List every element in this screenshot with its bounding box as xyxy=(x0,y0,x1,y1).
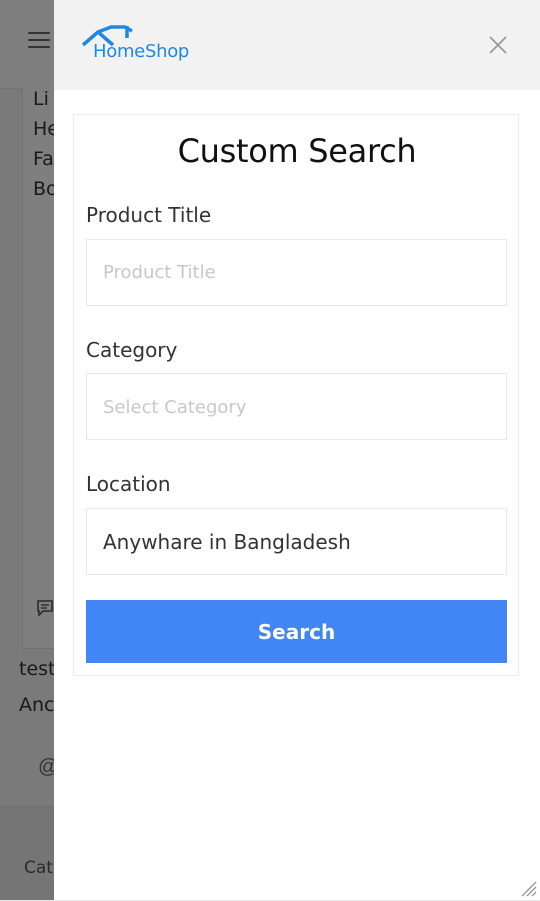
panel-title: Custom Search xyxy=(177,132,417,170)
location-label: Location xyxy=(86,472,171,496)
drawer-header: HomeShop xyxy=(54,0,540,90)
search-button[interactable]: Search xyxy=(86,600,507,663)
close-icon[interactable] xyxy=(486,33,510,57)
product-title-label: Product Title xyxy=(86,203,212,227)
homeshop-logo[interactable]: HomeShop xyxy=(82,24,192,68)
location-select-value: Anywhare in Bangladesh xyxy=(103,530,351,554)
logo-text: HomeShop xyxy=(93,41,190,62)
category-select-value: Select Category xyxy=(103,397,247,418)
category-label: Category xyxy=(86,338,178,362)
product-title-field-box xyxy=(86,239,507,306)
product-title-input[interactable] xyxy=(87,240,506,305)
custom-search-panel: Custom Search Product Title Category Sel… xyxy=(73,114,519,676)
search-drawer: HomeShop Custom Search Product Title Cat… xyxy=(54,0,540,900)
category-select[interactable]: Select Category xyxy=(86,373,507,440)
location-select[interactable]: Anywhare in Bangladesh xyxy=(86,508,507,575)
resize-grip-icon[interactable] xyxy=(519,879,537,897)
